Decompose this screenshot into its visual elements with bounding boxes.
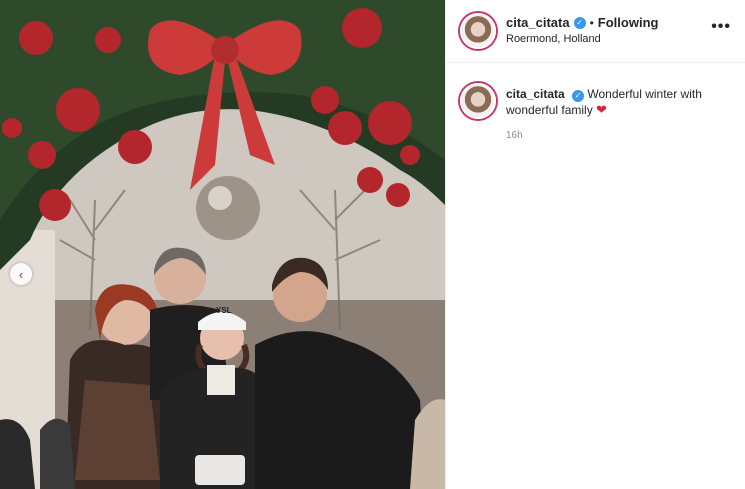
post-sidebar: cita_citata ✓ • Following Roermond, Holl… (445, 0, 745, 489)
chevron-left-icon: ‹ (18, 266, 24, 282)
post-header: cita_citata ✓ • Following Roermond, Holl… (446, 0, 745, 63)
location-link[interactable]: Roermond, Holland (506, 33, 658, 45)
carousel-prev-button[interactable]: ‹ (10, 263, 32, 285)
post-timestamp[interactable]: 16h (506, 130, 729, 141)
header-username[interactable]: cita_citata (506, 15, 570, 30)
post-photo[interactable]: YSL ‹ (0, 0, 445, 489)
photo-illustration (0, 0, 445, 489)
avatar[interactable] (460, 13, 496, 49)
caption-avatar[interactable] (460, 83, 496, 119)
heart-emoji-icon: ❤ (596, 102, 607, 117)
caption: cita_citata ✓ Wonderful winter with wond… (506, 86, 729, 118)
caption-username[interactable]: cita_citata (506, 87, 565, 101)
header-text: cita_citata ✓ • Following Roermond, Holl… (506, 15, 658, 45)
verified-badge-icon: ✓ (573, 16, 586, 29)
separator-dot: • (589, 15, 594, 30)
cap-logo-text: YSL (216, 306, 232, 315)
more-options-icon[interactable]: ••• (711, 19, 731, 35)
following-button[interactable]: Following (598, 15, 659, 30)
caption-verified-badge-icon: ✓ (572, 90, 585, 102)
caption-comment: cita_citata ✓ Wonderful winter with wond… (446, 63, 745, 141)
